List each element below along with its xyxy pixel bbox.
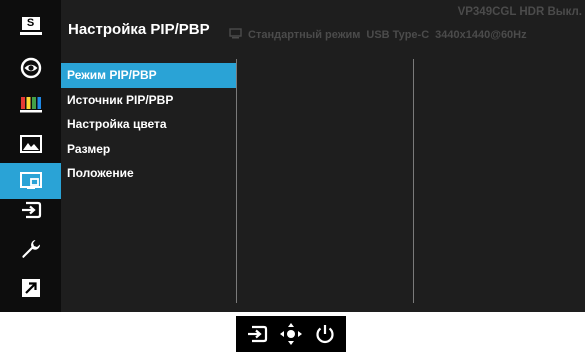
sidebar: S bbox=[0, 0, 61, 312]
splendid-s-icon: S bbox=[19, 17, 42, 35]
status-bar: Стандартный режим USB Type-C 3440x1440@6… bbox=[229, 28, 582, 42]
power-button[interactable] bbox=[311, 320, 339, 348]
sidebar-item-image[interactable] bbox=[0, 126, 61, 162]
pip-pbp-icon bbox=[19, 172, 42, 189]
input-select-icon bbox=[248, 325, 268, 343]
eye-care-icon bbox=[20, 57, 41, 79]
menu-item-pip-pbp-mode[interactable]: Режим PIP/PBP bbox=[61, 63, 236, 88]
menu-item-position[interactable]: Положение bbox=[61, 161, 236, 186]
status-mode: Стандартный режим bbox=[248, 29, 361, 41]
shortcut-icon bbox=[21, 279, 40, 297]
page-title: Настройка PIP/PBP bbox=[68, 21, 210, 38]
sidebar-item-splendid[interactable]: S bbox=[0, 8, 61, 44]
osd-panel: S Настройка PIP/PBP VP349CGL HDR Выкл. С… bbox=[0, 0, 585, 312]
status-resolution: 3440x1440@60Hz bbox=[435, 29, 527, 41]
status-input: USB Type-C bbox=[366, 29, 430, 41]
control-bar bbox=[236, 316, 346, 352]
navigation-button[interactable] bbox=[277, 320, 305, 348]
column-divider-1 bbox=[236, 59, 237, 303]
column-divider-2 bbox=[413, 59, 414, 303]
sidebar-item-eye-care[interactable] bbox=[0, 50, 61, 86]
color-bars-icon bbox=[19, 97, 42, 113]
power-icon bbox=[316, 325, 334, 344]
sidebar-item-system[interactable] bbox=[0, 231, 61, 267]
image-icon bbox=[19, 135, 42, 153]
monitor-icon bbox=[229, 28, 242, 42]
splendid-s-label: S bbox=[21, 17, 40, 30]
menu-item-size[interactable]: Размер bbox=[61, 137, 236, 162]
input-select-icon bbox=[21, 201, 41, 219]
wrench-icon bbox=[21, 240, 40, 258]
model-status: VP349CGL HDR Выкл. bbox=[457, 6, 582, 18]
menu-item-color-setting[interactable]: Настройка цвета bbox=[61, 112, 236, 137]
sidebar-item-input[interactable] bbox=[0, 192, 61, 228]
sidebar-item-shortcut[interactable] bbox=[0, 270, 61, 306]
pip-pbp-menu: Режим PIP/PBP Источник PIP/PBP Настройка… bbox=[61, 63, 236, 186]
sidebar-item-color[interactable] bbox=[0, 86, 61, 122]
navigation-joystick-icon bbox=[280, 323, 302, 345]
input-button[interactable] bbox=[243, 320, 271, 348]
menu-item-pip-pbp-source[interactable]: Источник PIP/PBP bbox=[61, 88, 236, 113]
